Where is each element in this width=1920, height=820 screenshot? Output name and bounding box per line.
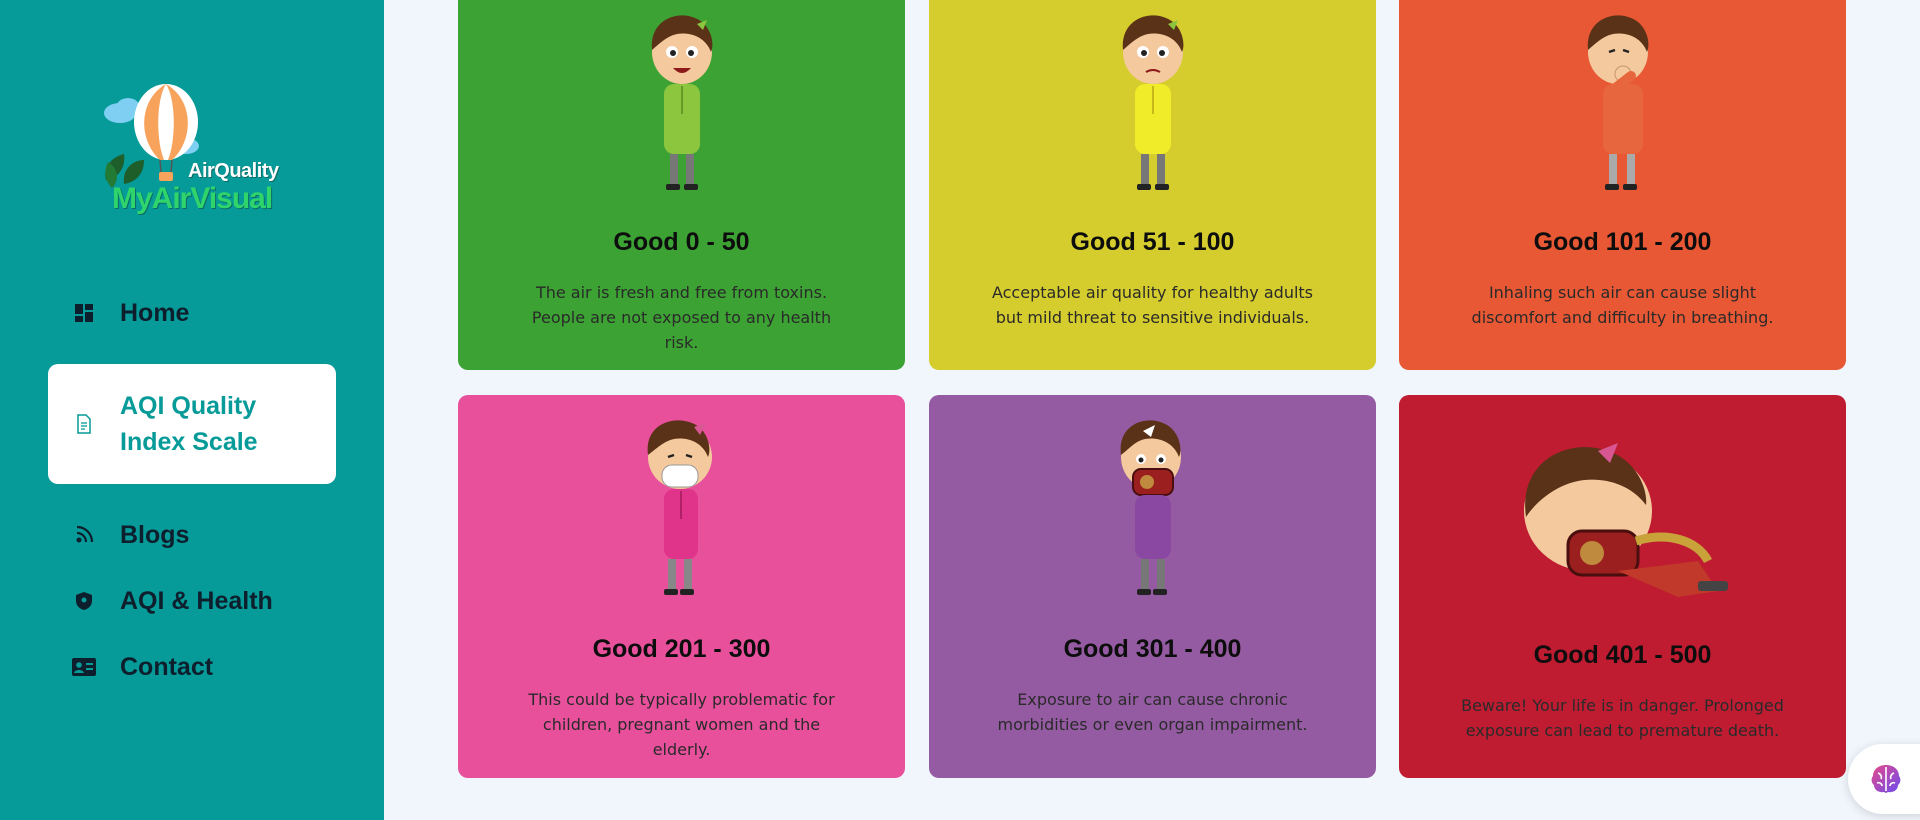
nav-label-contact: Contact	[120, 652, 214, 681]
rss-icon	[72, 523, 96, 547]
boy-happy-icon	[651, 15, 712, 190]
aqi-card-101-200: Good 101 - 200 Inhaling such air can cau…	[1399, 0, 1846, 370]
brand-logo[interactable]: AirQuality MyAirVisual	[98, 80, 298, 230]
card-title: Good 301 - 400	[1063, 635, 1242, 663]
card-title: Good 401 - 500	[1533, 641, 1712, 669]
boy-gasmask-icon	[1120, 420, 1181, 595]
aqi-card-401-500: Good 401 - 500 Beware! Your life is in d…	[1399, 395, 1846, 778]
card-description: The air is fresh and free from toxins. P…	[531, 283, 832, 352]
brain-chat-icon	[1871, 765, 1901, 793]
boy-coughing-icon	[1587, 15, 1648, 190]
nav-item-aqi-scale[interactable]: AQI Quality Index Scale	[48, 364, 336, 484]
aqi-card-301-400: Good 301 - 400 Exposure to air can cause…	[929, 395, 1376, 778]
boy-mask-icon	[647, 420, 712, 595]
card-title: Good 0 - 50	[613, 228, 750, 256]
nav-item-contact[interactable]: Contact	[48, 634, 336, 700]
aqi-card-0-50: Good 0 - 50 The air is fresh and free fr…	[458, 0, 905, 370]
document-icon	[72, 412, 96, 436]
nav-label-aqi-scale: AQI Quality Index Scale	[120, 392, 258, 456]
card-description: Beware! Your life is in danger. Prolonge…	[1461, 696, 1784, 740]
aqi-card-51-100: Good 51 - 100 Acceptable air quality for…	[929, 0, 1376, 370]
shield-icon	[72, 589, 96, 613]
aqi-card-201-300: Good 201 - 300 This could be typically p…	[458, 395, 905, 778]
brand-top-text: AirQuality	[188, 160, 279, 182]
card-description: Exposure to air can cause chronic morbid…	[997, 690, 1308, 734]
chatbot-launcher[interactable]	[1848, 744, 1920, 814]
nav-label-blogs: Blogs	[120, 520, 190, 549]
brand-main-text: MyAirVisual	[112, 182, 273, 215]
card-title: Good 51 - 100	[1070, 228, 1235, 256]
nav-label-aqi-health: AQI & Health	[120, 586, 273, 615]
card-description: This could be typically problematic for …	[528, 690, 835, 759]
sidebar-nav: Home AQI Quality Index Scale Blogs AQI &…	[48, 280, 336, 700]
boy-collapsed-icon	[1523, 443, 1728, 597]
dashboard-icon	[72, 301, 96, 325]
card-description: Inhaling such air can cause slight disco…	[1471, 283, 1774, 327]
nav-item-home[interactable]: Home	[48, 280, 336, 346]
nav-item-blogs[interactable]: Blogs	[48, 502, 336, 568]
nav-label-home: Home	[120, 298, 190, 327]
sidebar: AirQuality MyAirVisual Home AQI Quality …	[0, 0, 384, 820]
boy-neutral-icon	[1122, 15, 1183, 190]
contact-card-icon	[72, 655, 96, 679]
nav-item-aqi-health[interactable]: AQI & Health	[48, 568, 336, 634]
card-title: Good 201 - 300	[592, 635, 771, 663]
card-title: Good 101 - 200	[1533, 228, 1712, 256]
card-description: Acceptable air quality for healthy adult…	[991, 283, 1314, 327]
